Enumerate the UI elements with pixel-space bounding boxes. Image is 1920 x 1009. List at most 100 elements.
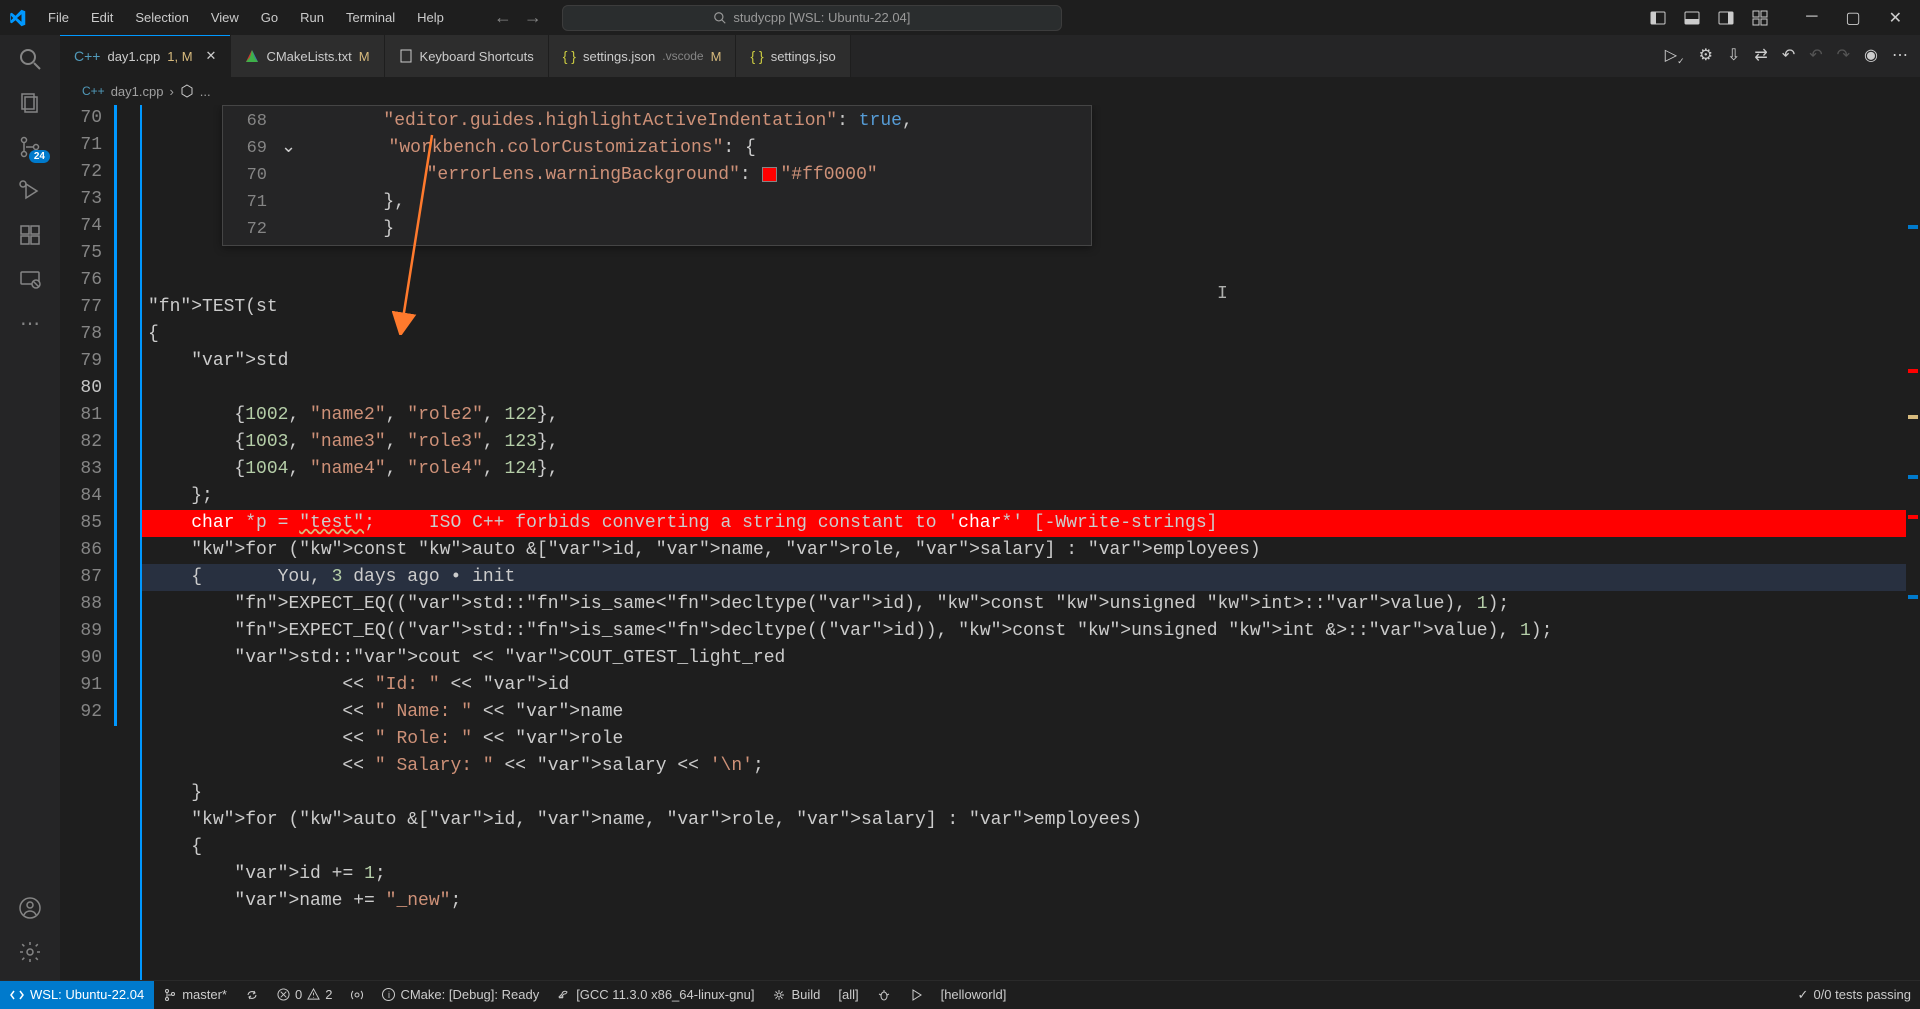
menu-go[interactable]: Go — [251, 6, 288, 29]
cpp-icon: C++ — [82, 84, 105, 98]
activity-debug[interactable] — [18, 179, 42, 203]
status-run-target[interactable]: [helloworld] — [932, 981, 1016, 1009]
activity-explorer[interactable] — [18, 91, 42, 115]
tab-settings-vscode[interactable]: { } settings.json .vscode M — [549, 35, 737, 77]
status-tests[interactable]: ✓ 0/0 tests passing — [1789, 981, 1920, 1009]
status-run[interactable] — [900, 981, 932, 1009]
nav-back-icon[interactable]: ← — [494, 7, 512, 28]
menu-view[interactable]: View — [201, 6, 249, 29]
maximize-icon[interactable]: ▢ — [1845, 8, 1860, 28]
line-numbers: 7071727374757677787980818283848586878889… — [60, 105, 114, 980]
close-icon[interactable]: ✕ — [1889, 8, 1902, 28]
tab-label: CMakeLists.txt — [266, 49, 351, 64]
main-area: 24 ⋯ C++ day1.cpp 1, M ✕ CMakeLists.txt … — [0, 35, 1920, 980]
activity-source-control[interactable]: 24 — [18, 135, 42, 159]
build-target-label: [all] — [838, 987, 858, 1002]
scm-badge: 24 — [29, 150, 50, 163]
layout-sidebar-right-icon[interactable] — [1718, 10, 1734, 26]
symbol-icon — [180, 84, 194, 98]
error-count: 0 — [295, 987, 302, 1002]
gear-icon[interactable]: ⚙ — [1699, 45, 1713, 67]
status-build-target[interactable]: [all] — [829, 981, 867, 1009]
more-actions-icon[interactable]: ⋯ — [1892, 45, 1908, 67]
cpp-icon: C++ — [74, 48, 100, 64]
branch-label: master* — [182, 987, 227, 1002]
run-target-label: [helloworld] — [941, 987, 1007, 1002]
customize-layout-icon[interactable] — [1752, 10, 1768, 26]
tab-label: day1.cpp — [107, 49, 160, 64]
status-cmake[interactable]: i CMake: [Debug]: Ready — [373, 981, 548, 1009]
nav-next-icon[interactable]: ↷ — [1837, 45, 1850, 67]
menu-selection[interactable]: Selection — [125, 6, 198, 29]
overview-ruler[interactable] — [1906, 105, 1920, 980]
menu-edit[interactable]: Edit — [81, 6, 123, 29]
nav-arrows: ← → — [494, 7, 542, 28]
status-build[interactable]: Build — [763, 981, 829, 1009]
nav-forward-icon[interactable]: → — [524, 7, 542, 28]
tab-modifier: 1, M — [167, 49, 192, 64]
editor-area: C++ day1.cpp 1, M ✕ CMakeLists.txt M Key… — [60, 35, 1920, 980]
status-remote[interactable]: WSL: Ubuntu-22.04 — [0, 981, 154, 1009]
compare-icon[interactable]: ⇄ — [1754, 45, 1767, 67]
remote-label: WSL: Ubuntu-22.04 — [30, 987, 144, 1002]
editor-actions: ▷✓ ⚙ ⇩ ⇄ ↶ ↶ ↷ ◉ ⋯ — [1665, 45, 1920, 67]
text-cursor-icon: I — [1217, 281, 1228, 308]
command-center[interactable]: studycpp [WSL: Ubuntu-22.04] — [562, 5, 1062, 31]
tab-label: settings.jso — [771, 49, 836, 64]
status-bar: WSL: Ubuntu-22.04 master* 0 2 i CMake: [… — [0, 980, 1920, 1008]
warning-count: 2 — [325, 987, 332, 1002]
breadcrumb[interactable]: C++ day1.cpp › ... — [60, 77, 1920, 105]
vscode-icon — [8, 9, 26, 27]
kit-label: [GCC 11.3.0 x86_64-linux-gnu] — [576, 987, 754, 1002]
activity-extensions[interactable] — [18, 223, 42, 247]
layout-panel-icon[interactable] — [1684, 10, 1700, 26]
tab-settings2[interactable]: { } settings.jso — [736, 35, 850, 77]
revert-icon[interactable]: ↶ — [1782, 45, 1795, 67]
activity-remote[interactable] — [18, 267, 42, 291]
cmake-icon — [245, 49, 259, 63]
editor-content[interactable]: 7071727374757677787980818283848586878889… — [60, 105, 1920, 980]
activity-more[interactable]: ⋯ — [20, 311, 40, 336]
tab-modifier: M — [711, 49, 722, 64]
tab-close-icon[interactable]: ✕ — [206, 48, 217, 64]
status-debug[interactable] — [868, 981, 900, 1009]
nav-prev-icon[interactable]: ↶ — [1809, 45, 1822, 67]
menu-run[interactable]: Run — [290, 6, 334, 29]
status-radio[interactable] — [341, 981, 373, 1009]
activity-account[interactable] — [18, 896, 42, 920]
tab-shortcuts[interactable]: Keyboard Shortcuts — [385, 35, 549, 77]
watch-icon[interactable]: ◉ — [1864, 45, 1878, 67]
tabs-bar: C++ day1.cpp 1, M ✕ CMakeLists.txt M Key… — [60, 35, 1920, 77]
menu-file[interactable]: File — [38, 6, 79, 29]
code-area[interactable]: 68 "editor.guides.highlightActiveIndenta… — [142, 105, 1920, 980]
file-icon — [399, 49, 413, 63]
download-icon[interactable]: ⇩ — [1727, 45, 1740, 67]
activity-search[interactable] — [18, 47, 42, 71]
menu-bar: File Edit Selection View Go Run Terminal… — [38, 6, 454, 29]
activity-settings[interactable] — [18, 940, 42, 964]
tab-label: Keyboard Shortcuts — [420, 49, 534, 64]
tab-detail: .vscode — [662, 49, 703, 63]
status-branch[interactable]: master* — [154, 981, 236, 1009]
run-icon[interactable]: ▷✓ — [1665, 45, 1685, 67]
minimize-icon[interactable]: ─ — [1806, 8, 1817, 28]
build-label: Build — [791, 987, 820, 1002]
tab-cmake[interactable]: CMakeLists.txt M — [231, 35, 384, 77]
tab-day1[interactable]: C++ day1.cpp 1, M ✕ — [60, 35, 231, 77]
status-sync[interactable] — [236, 981, 268, 1009]
tests-label: 0/0 tests passing — [1813, 987, 1911, 1002]
json-icon: { } — [750, 48, 763, 64]
hover-overlay: 68 "editor.guides.highlightActiveIndenta… — [222, 105, 1092, 246]
tab-label: settings.json — [583, 49, 655, 64]
tab-modifier: M — [359, 49, 370, 64]
breadcrumb-symbol: ... — [200, 84, 211, 99]
title-right-controls: ─ ▢ ✕ — [1650, 8, 1912, 28]
menu-help[interactable]: Help — [407, 6, 454, 29]
menu-terminal[interactable]: Terminal — [336, 6, 405, 29]
json-icon: { } — [563, 48, 576, 64]
activity-bar: 24 ⋯ — [0, 35, 60, 980]
layout-sidebar-left-icon[interactable] — [1650, 10, 1666, 26]
status-problems[interactable]: 0 2 — [268, 981, 341, 1009]
status-kit[interactable]: [GCC 11.3.0 x86_64-linux-gnu] — [548, 981, 763, 1009]
cmake-label: CMake: [Debug]: Ready — [400, 987, 539, 1002]
